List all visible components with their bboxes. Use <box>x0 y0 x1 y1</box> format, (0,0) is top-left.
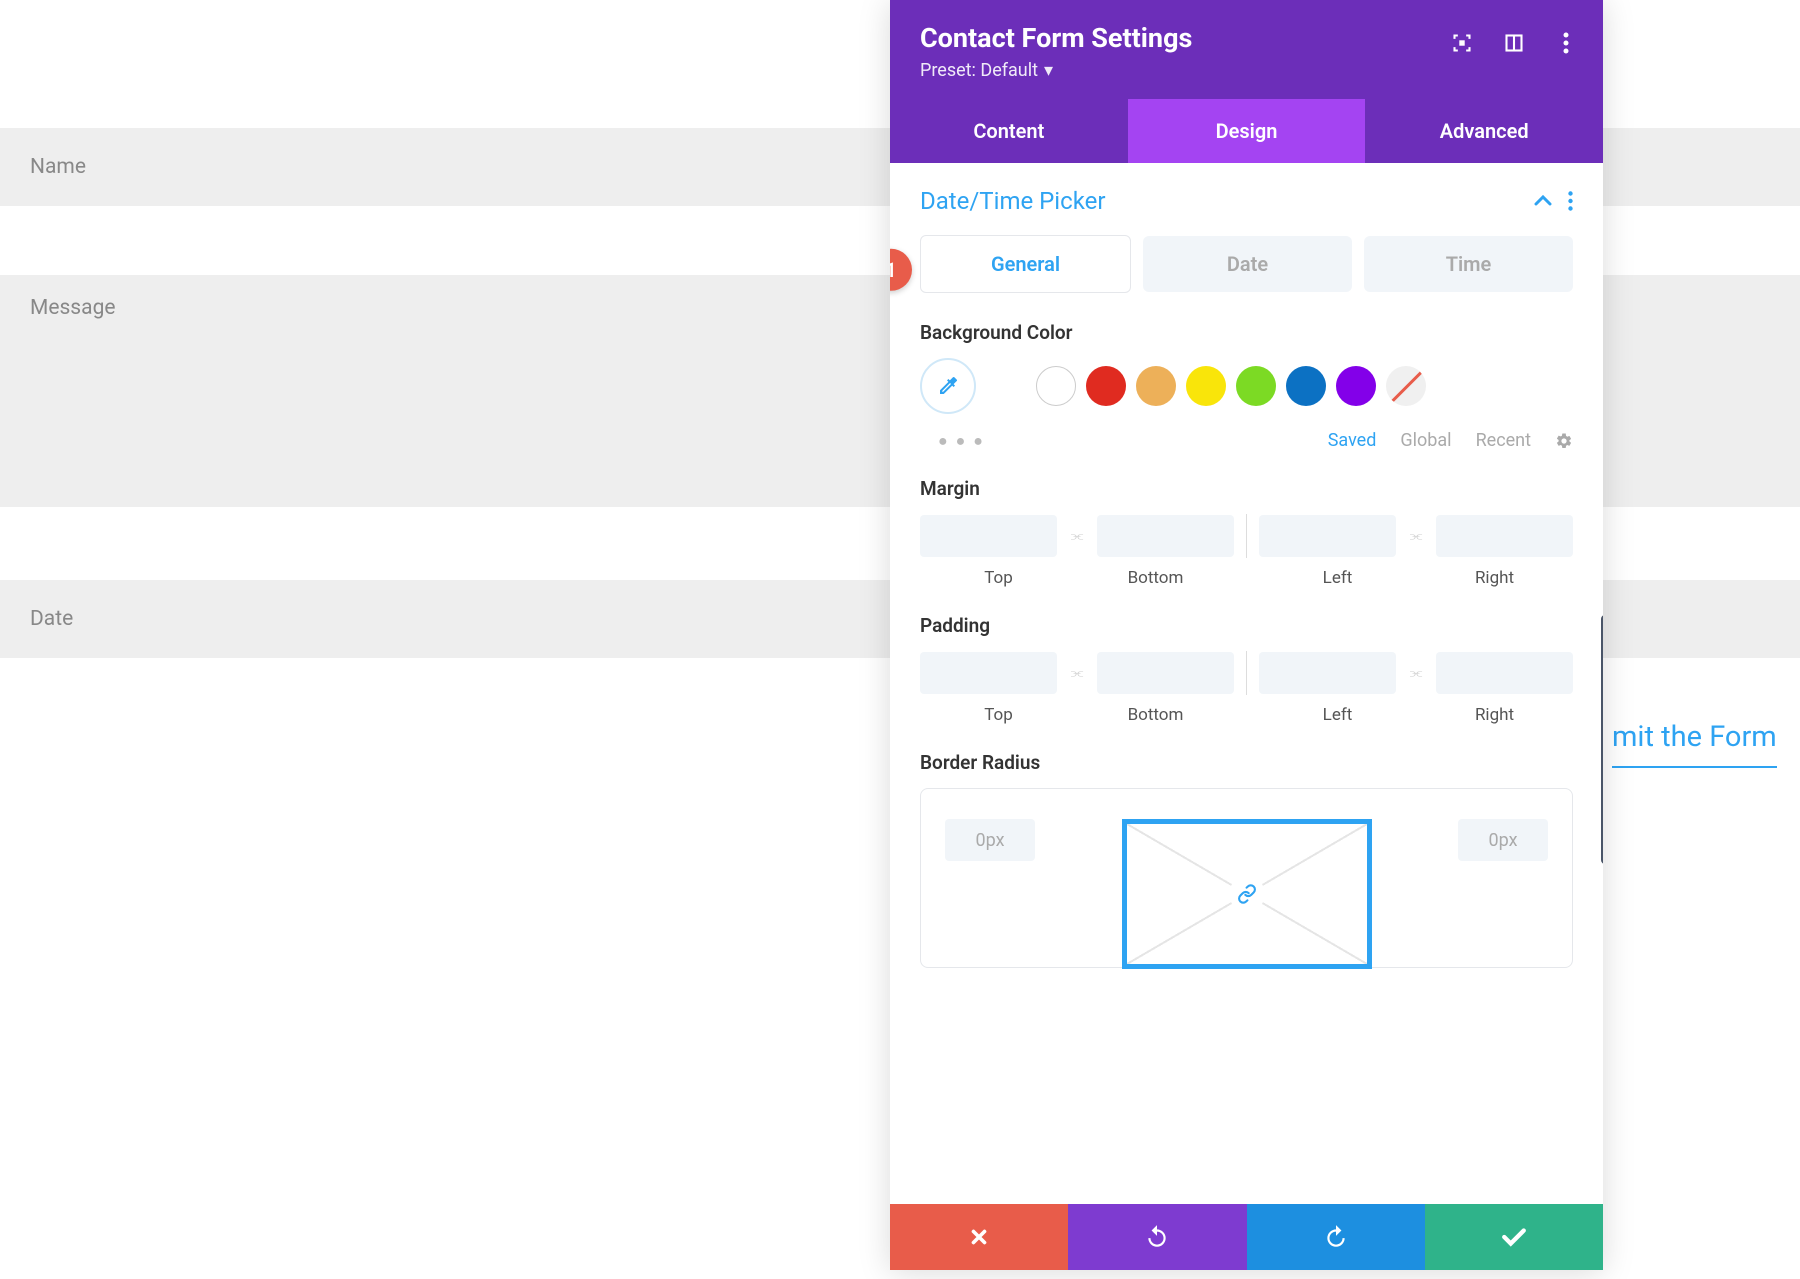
focus-icon[interactable] <box>1451 32 1473 54</box>
swatch-blue[interactable] <box>1286 366 1326 406</box>
filter-global[interactable]: Global <box>1400 430 1451 451</box>
tab-content[interactable]: Content <box>890 99 1128 163</box>
redo-button[interactable] <box>1247 1204 1425 1270</box>
link-icon[interactable]: ⫘ <box>1404 528 1429 544</box>
section-header: Date/Time Picker <box>890 163 1603 235</box>
step-marker: 1 <box>890 249 912 291</box>
panel-tabs: Content Design Advanced <box>890 99 1603 163</box>
layout-icon[interactable] <box>1503 32 1525 54</box>
swatch-black[interactable] <box>986 366 1026 406</box>
radius-box <box>1122 819 1372 969</box>
subtabs: 1 General Date Time <box>890 235 1603 313</box>
padding-right-input[interactable] <box>1436 652 1573 694</box>
undo-button[interactable] <box>1068 1204 1246 1270</box>
radius-tl-input[interactable] <box>945 819 1035 861</box>
swatch-red[interactable] <box>1086 366 1126 406</box>
panel-footer <box>890 1204 1603 1270</box>
label-left: Left <box>1259 705 1416 725</box>
link-icon[interactable] <box>1229 876 1265 912</box>
margin-label: Margin <box>920 477 1573 500</box>
background-color-group: Background Color ● ● ● Saved Glo <box>890 313 1603 469</box>
swatch-white[interactable] <box>1036 366 1076 406</box>
swatch-purple[interactable] <box>1336 366 1376 406</box>
label-right: Right <box>1416 705 1573 725</box>
bg-color-label: Background Color <box>920 321 1573 344</box>
radius-preview <box>920 788 1573 968</box>
save-button[interactable] <box>1425 1204 1603 1270</box>
panel-header: Contact Form Settings Preset: Default ▾ <box>890 0 1603 99</box>
label-top: Top <box>920 705 1077 725</box>
filter-recent[interactable]: Recent <box>1476 430 1531 451</box>
section-more-icon[interactable] <box>1568 191 1573 211</box>
link-icon[interactable]: ⫘ <box>1065 665 1090 681</box>
margin-right-input[interactable] <box>1436 515 1573 557</box>
tab-design[interactable]: Design <box>1128 99 1366 163</box>
eyedropper-button[interactable] <box>920 358 976 414</box>
padding-top-input[interactable] <box>920 652 1057 694</box>
link-icon[interactable]: ⫘ <box>1404 665 1429 681</box>
subtab-time[interactable]: Time <box>1364 236 1573 292</box>
padding-left-input[interactable] <box>1259 652 1396 694</box>
collapse-icon[interactable] <box>1534 195 1552 207</box>
scrollbar[interactable] <box>1601 615 1603 864</box>
cancel-button[interactable] <box>890 1204 1068 1270</box>
caret-down-icon: ▾ <box>1044 60 1053 81</box>
gear-icon[interactable] <box>1555 432 1573 450</box>
submit-button[interactable]: mit the Form <box>1612 720 1777 768</box>
panel-body: Date/Time Picker 1 General Date Time Bac… <box>890 163 1603 1204</box>
label-bottom: Bottom <box>1077 705 1234 725</box>
border-radius-group: Border Radius <box>890 743 1603 986</box>
label-left: Left <box>1259 568 1416 588</box>
more-colors-icon[interactable]: ● ● ● <box>938 431 985 451</box>
filter-saved[interactable]: Saved <box>1328 430 1377 451</box>
preset-label: Preset: Default <box>920 60 1038 81</box>
swatch-green[interactable] <box>1236 366 1276 406</box>
subtab-general[interactable]: General <box>920 235 1131 293</box>
margin-top-input[interactable] <box>920 515 1057 557</box>
label-right: Right <box>1416 568 1573 588</box>
swatch-yellow[interactable] <box>1186 366 1226 406</box>
settings-panel: Contact Form Settings Preset: Default ▾ … <box>890 0 1603 1270</box>
subtab-date[interactable]: Date <box>1143 236 1352 292</box>
swatch-orange[interactable] <box>1136 366 1176 406</box>
radius-tr-input[interactable] <box>1458 819 1548 861</box>
radius-label: Border Radius <box>920 751 1573 774</box>
more-icon[interactable] <box>1555 32 1577 54</box>
margin-group: Margin ⫘ ⫘ Top Bottom Left Ri <box>890 469 1603 606</box>
swatch-none[interactable] <box>1386 366 1426 406</box>
label-top: Top <box>920 568 1077 588</box>
padding-group: Padding ⫘ ⫘ Top Bottom Left R <box>890 606 1603 743</box>
section-title: Date/Time Picker <box>920 187 1106 215</box>
margin-left-input[interactable] <box>1259 515 1396 557</box>
padding-bottom-input[interactable] <box>1097 652 1234 694</box>
label-bottom: Bottom <box>1077 568 1234 588</box>
margin-bottom-input[interactable] <box>1097 515 1234 557</box>
padding-label: Padding <box>920 614 1573 637</box>
divider <box>1246 651 1247 695</box>
link-icon[interactable]: ⫘ <box>1065 528 1090 544</box>
preset-selector[interactable]: Preset: Default ▾ <box>920 60 1573 81</box>
tab-advanced[interactable]: Advanced <box>1365 99 1603 163</box>
divider <box>1246 514 1247 558</box>
